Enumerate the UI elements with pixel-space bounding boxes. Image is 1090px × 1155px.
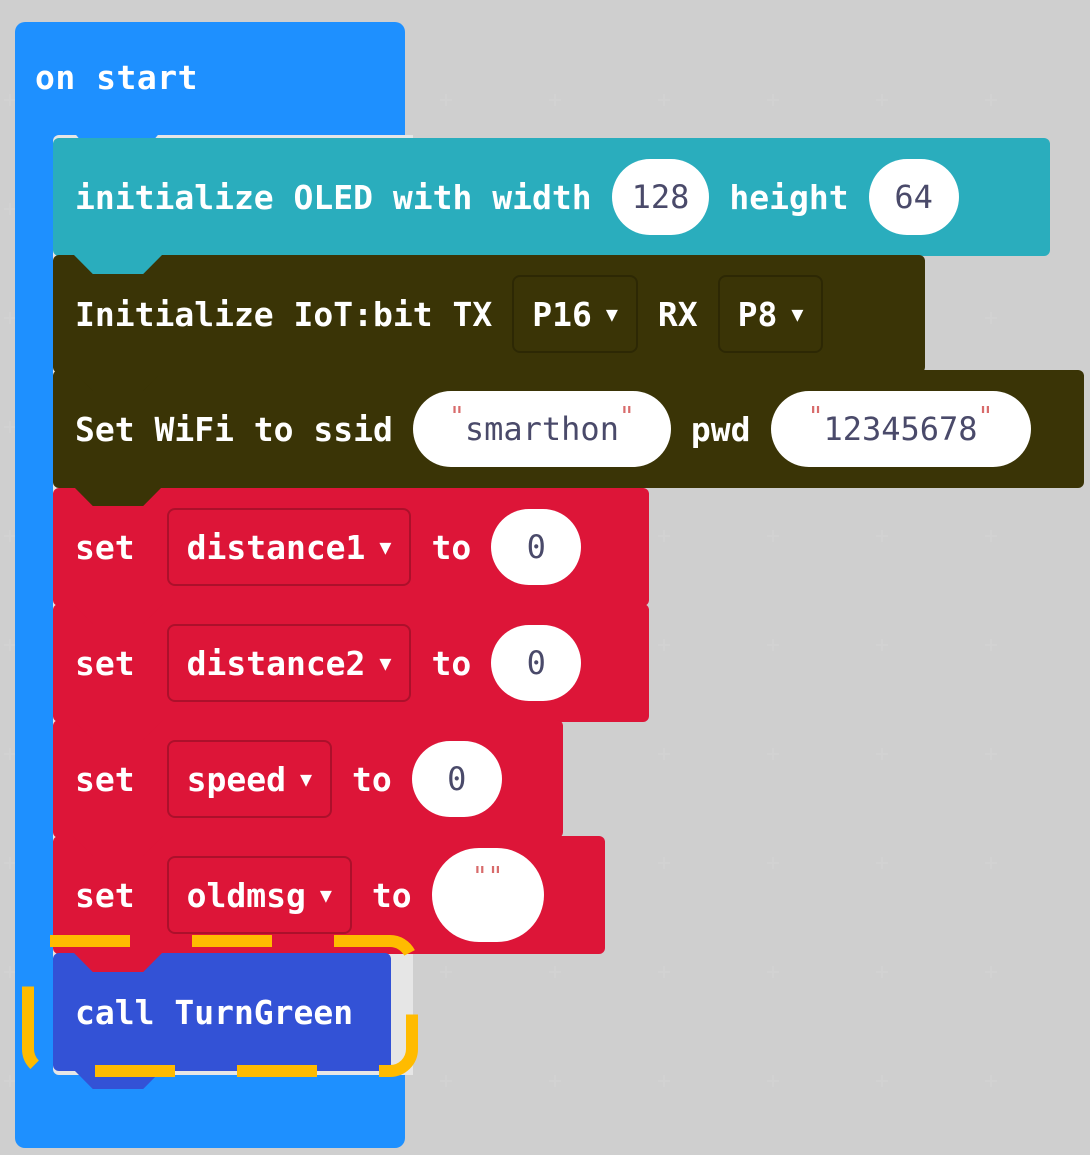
- to-label: to: [352, 759, 392, 799]
- rx-value: P8: [737, 294, 778, 334]
- quote-close-icon: ": [618, 402, 635, 432]
- quote-open-icon: ": [449, 402, 465, 432]
- wifi-block[interactable]: Set WiFi to ssid " smarthon " pwd " 1234…: [53, 370, 1084, 506]
- iot-init-block[interactable]: Initialize IoT:bit TX P16 ▼ RX P8 ▼: [53, 255, 925, 391]
- variable-dropdown-speed[interactable]: speed ▼: [166, 740, 332, 818]
- rx-label: RX: [657, 294, 698, 334]
- variable-name: distance2: [186, 643, 366, 683]
- pwd-value: 12345678: [823, 410, 978, 448]
- chevron-down-icon: ▼: [379, 535, 392, 559]
- oled-height-input[interactable]: 64: [868, 159, 959, 235]
- tx-value: P16: [532, 294, 592, 334]
- ssid-value: smarthon: [464, 410, 619, 448]
- variable-dropdown-distance1[interactable]: distance1 ▼: [166, 508, 412, 586]
- tx-dropdown[interactable]: P16 ▼: [512, 275, 638, 353]
- variable-name: speed: [186, 759, 286, 799]
- iot-init-label: Initialize IoT:bit TX: [75, 294, 493, 334]
- on-start-label: on start: [35, 58, 198, 97]
- oled-width-input[interactable]: 128: [611, 159, 710, 235]
- variable-name: distance1: [186, 527, 366, 567]
- quote-open-icon: ": [471, 862, 488, 892]
- oled-height-label: height: [729, 177, 849, 217]
- value-input-distance1[interactable]: 0: [491, 509, 582, 585]
- to-label: to: [371, 875, 412, 915]
- variable-dropdown-oldmsg[interactable]: oldmsg ▼: [166, 856, 352, 934]
- rx-dropdown[interactable]: P8 ▼: [717, 275, 824, 353]
- call-label: call TurnGreen: [75, 992, 354, 1032]
- chevron-down-icon: ▼: [379, 651, 392, 675]
- set-label: set: [75, 527, 135, 567]
- pwd-input[interactable]: " 12345678 ": [770, 391, 1031, 467]
- quote-close-icon: ": [977, 402, 994, 432]
- value-input-speed[interactable]: 0: [411, 741, 502, 817]
- quote-close-icon: ": [487, 862, 504, 892]
- value-input-oldmsg[interactable]: " ": [431, 848, 544, 942]
- oled-init-label: initialize OLED with width: [75, 177, 592, 217]
- chevron-down-icon: ▼: [605, 302, 618, 326]
- variable-name: oldmsg: [186, 875, 306, 915]
- pwd-label: pwd: [690, 409, 751, 449]
- chevron-down-icon: ▼: [299, 767, 312, 791]
- to-label: to: [431, 527, 472, 567]
- value-input-distance2[interactable]: 0: [491, 625, 582, 701]
- variable-dropdown-distance2[interactable]: distance2 ▼: [166, 624, 412, 702]
- oled-init-block[interactable]: initialize OLED with width 128 height 64: [53, 138, 1050, 274]
- ssid-input[interactable]: " smarthon ": [412, 391, 671, 467]
- quote-open-icon: ": [807, 402, 824, 432]
- set-label: set: [75, 759, 135, 799]
- set-label: set: [75, 875, 135, 915]
- to-label: to: [431, 643, 472, 683]
- set-label: set: [75, 643, 135, 683]
- chevron-down-icon: ▼: [319, 883, 332, 907]
- chevron-down-icon: ▼: [791, 302, 804, 326]
- wifi-label: Set WiFi to ssid: [75, 409, 393, 449]
